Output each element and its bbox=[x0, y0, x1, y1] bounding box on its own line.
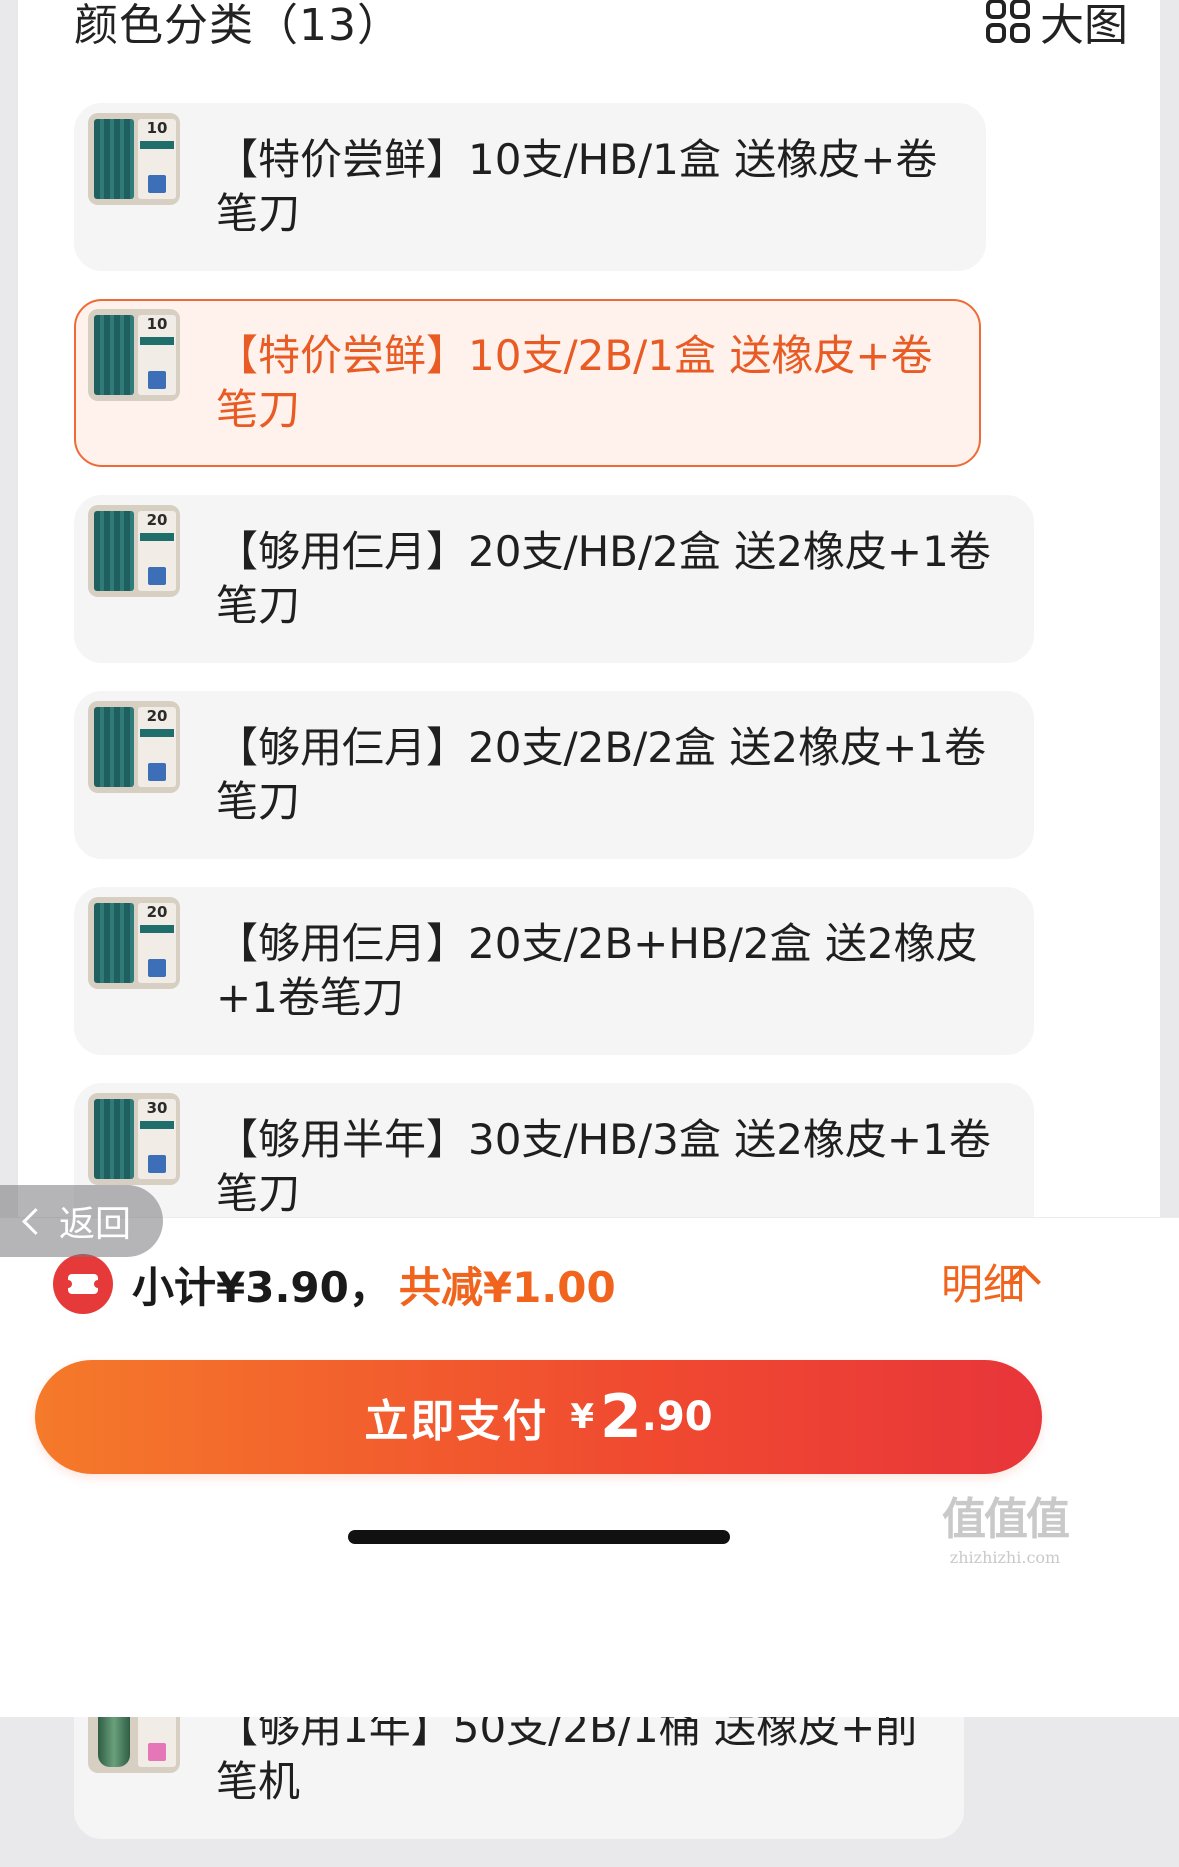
big-view-toggle[interactable]: 大图 bbox=[986, 0, 1128, 53]
thumbnail-count: 10 bbox=[146, 315, 168, 333]
sku-option-label: 【够用仨月】20支/2B/2盒 送2橡皮+1卷笔刀 bbox=[216, 723, 986, 826]
product-thumbnail: 20 bbox=[88, 701, 180, 793]
sku-option-label: 【特价尝鲜】10支/HB/1盒 送橡皮+卷笔刀 bbox=[216, 135, 938, 238]
pay-amount-dec: .90 bbox=[641, 1394, 713, 1440]
subtotal-text: 小计¥3.90， bbox=[132, 1262, 391, 1312]
pay-currency: ¥ bbox=[570, 1397, 595, 1437]
grid-icon bbox=[986, 0, 1030, 43]
pay-label: 立即支付 bbox=[364, 1396, 549, 1447]
thumbnail-count: 20 bbox=[146, 903, 168, 921]
sku-option[interactable]: 20 【够用仨月】20支/2B/2盒 送2橡皮+1卷笔刀 bbox=[74, 691, 1034, 859]
watermark: 值值值 zhizhizhi.com bbox=[940, 1494, 1070, 1567]
sku-option[interactable]: 10 【特价尝鲜】10支/HB/1盒 送橡皮+卷笔刀 bbox=[74, 103, 986, 271]
watermark-url: zhizhizhi.com bbox=[949, 1548, 1061, 1567]
sheet-header: 颜色分类（13） 大图 bbox=[74, 0, 1128, 60]
home-indicator bbox=[348, 1530, 730, 1544]
sku-option-label: 【够用仨月】20支/2B+HB/2盒 送2橡皮+1卷笔刀 bbox=[216, 919, 978, 1022]
thumbnail-count: 20 bbox=[146, 511, 168, 529]
watermark-logo: 值值值 bbox=[942, 1494, 1070, 1545]
sku-option[interactable]: 20 【够用仨月】20支/2B+HB/2盒 送2橡皮+1卷笔刀 bbox=[74, 887, 1034, 1055]
sku-option-label: 【够用仨月】20支/HB/2盒 送2橡皮+1卷笔刀 bbox=[216, 527, 991, 630]
pay-now-button[interactable]: 立即支付 ¥ 2 .90 bbox=[35, 1360, 1042, 1474]
thumbnail-count: 20 bbox=[146, 707, 168, 725]
product-thumbnail: 10 bbox=[88, 309, 180, 401]
product-thumbnail: 30 bbox=[88, 1093, 180, 1185]
product-thumbnail: 20 bbox=[88, 505, 180, 597]
discount-text: 共减¥1.00 bbox=[398, 1262, 616, 1312]
back-button[interactable]: 返回 bbox=[0, 1185, 163, 1257]
product-thumbnail: 20 bbox=[88, 897, 180, 989]
coupon-icon bbox=[53, 1254, 113, 1314]
sku-option[interactable]: 20 【够用仨月】20支/HB/2盒 送2橡皮+1卷笔刀 bbox=[74, 495, 1034, 663]
thumbnail-count: 10 bbox=[146, 119, 168, 137]
sku-option[interactable]: 10 【特价尝鲜】10支/2B/1盒 送橡皮+卷笔刀 bbox=[74, 299, 981, 467]
sheet-title: 颜色分类（13） bbox=[74, 0, 402, 51]
thumbnail-count: 30 bbox=[146, 1099, 168, 1117]
pay-amount-int: 2 bbox=[600, 1382, 642, 1452]
back-label: 返回 bbox=[59, 1204, 132, 1245]
price-summary: 小计¥3.90， 共减¥1.00 bbox=[132, 1251, 616, 1317]
big-view-label: 大图 bbox=[1040, 0, 1128, 51]
product-thumbnail: 10 bbox=[88, 113, 180, 205]
sku-option-label: 【特价尝鲜】10支/2B/1盒 送橡皮+卷笔刀 bbox=[216, 331, 933, 434]
chevron-left-icon bbox=[22, 1207, 49, 1235]
